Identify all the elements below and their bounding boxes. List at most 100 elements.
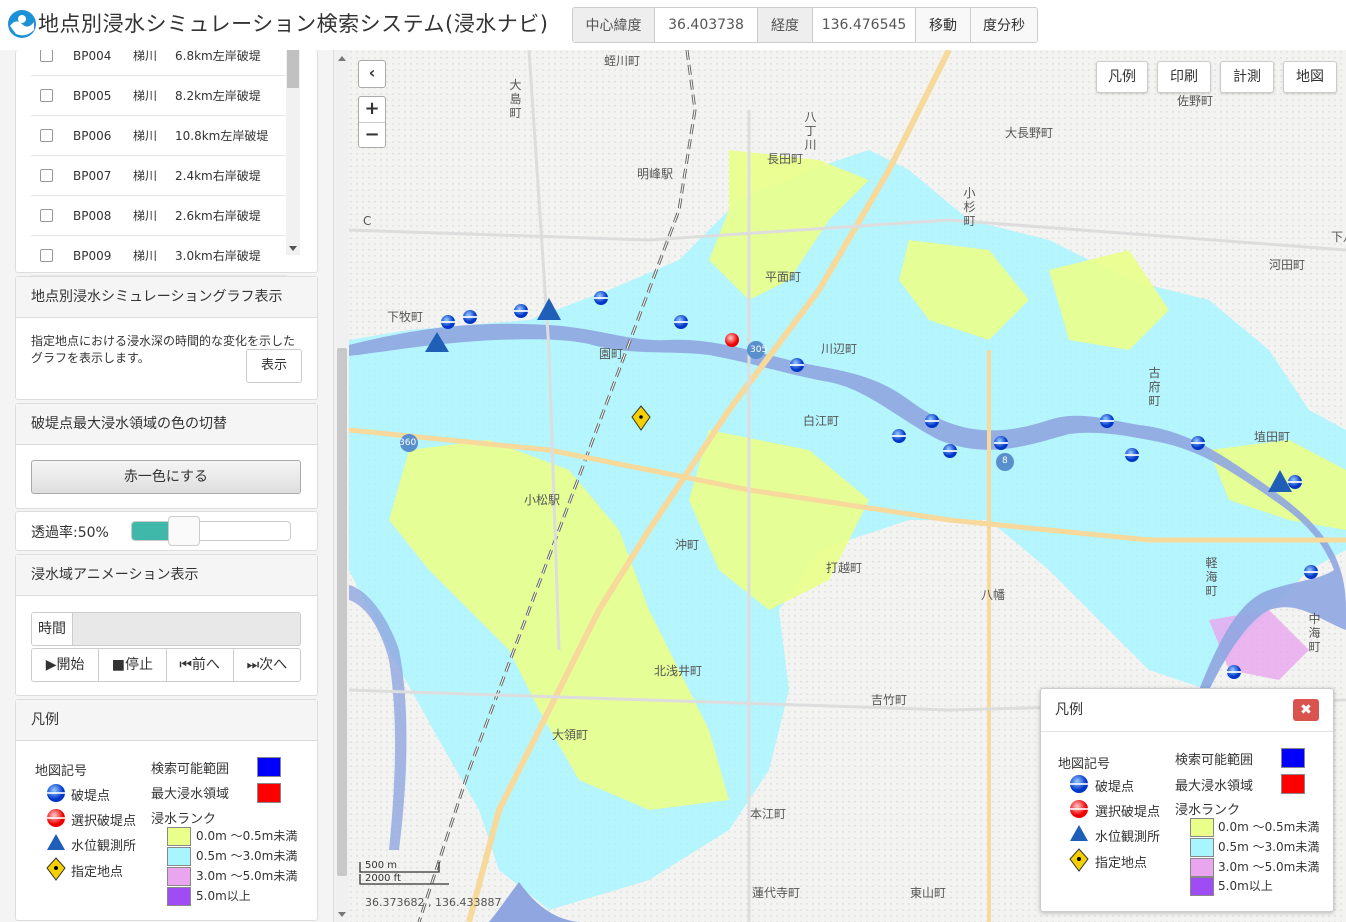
breach-point-row[interactable]: BP006 梯川 10.8km左岸破堤: [31, 116, 287, 156]
center-lat-input[interactable]: 36.403738: [655, 8, 758, 42]
breach-point-marker-icon[interactable]: [513, 303, 529, 319]
opacity-slider-fill: [132, 522, 174, 540]
map-legend-selected-breach: 選択破堤点: [1095, 805, 1161, 820]
center-lon-input[interactable]: 136.476545: [813, 8, 916, 42]
collapse-sidebar-button[interactable]: ‹: [358, 60, 386, 88]
rank2-swatch: [1190, 838, 1214, 857]
breach-point-checkbox[interactable]: [40, 209, 53, 222]
breach-point-marker-icon[interactable]: [673, 314, 689, 330]
scroll-down-arrow-icon[interactable]: [338, 912, 346, 917]
map-legend-rank2: 0.5m 〜3.0m未満: [1218, 840, 1320, 854]
breach-point-marker-icon[interactable]: [1099, 413, 1115, 429]
breach-list-scrollbar[interactable]: [286, 50, 300, 255]
rank4-swatch: [167, 887, 191, 906]
designated-point-icon: [1069, 848, 1089, 872]
stop-button[interactable]: ■停止: [99, 649, 167, 681]
close-legend-button[interactable]: ✖: [1293, 699, 1319, 721]
breach-point-marker-icon[interactable]: [593, 290, 609, 306]
breach-point-marker-icon[interactable]: [993, 435, 1009, 451]
breach-point-desc: 6.8km左岸破堤: [175, 50, 261, 63]
zoom-in-button[interactable]: +: [359, 97, 385, 123]
scale-feet: 2000 ft: [365, 873, 401, 884]
map-view[interactable]: ‹ + − 凡例 印刷 計測 地図 蛭川町 大島町 八丁川 長田町 大長野町 佐野町 明峰駅…: [349, 50, 1346, 922]
place-label: 大領町: [552, 728, 589, 742]
breach-point-river: 梯川: [133, 209, 158, 223]
legend-point: 指定地点: [71, 865, 124, 880]
map-legend-popup: 凡例 ✖ 地図記号 破堤点 選択破堤点 水位観測所 指定地点 検索可能範囲 最大…: [1040, 688, 1334, 912]
place-label: 下牧町: [387, 310, 424, 324]
breach-point-marker-icon[interactable]: [1124, 447, 1140, 463]
breach-point-marker-icon[interactable]: [1190, 435, 1206, 451]
place-label: 大島町: [509, 78, 522, 120]
zoom-out-button[interactable]: −: [359, 123, 385, 148]
breach-point-marker-icon[interactable]: [462, 309, 478, 325]
place-label: 打越町: [826, 561, 863, 575]
breach-point-marker-icon[interactable]: [891, 428, 907, 444]
next-button[interactable]: ⏭次へ: [233, 649, 300, 681]
sidebar-legend-panel: 凡例 地図記号 破堤点 選択破堤点 水位観測所 指定地点 検索可能範囲 最大浸水…: [15, 699, 318, 921]
rank1-swatch: [167, 827, 191, 846]
breach-point-list: BP004 梯川 6.8km左岸破堤 BP005 梯川 8.2km左岸破堤 BP006 梯川 1…: [31, 50, 287, 276]
route-360-label: 360: [399, 438, 417, 448]
breach-point-checkbox[interactable]: [40, 50, 53, 62]
map-legend-title: 凡例: [1041, 689, 1333, 732]
breach-list-scroll-thumb[interactable]: [287, 50, 299, 88]
legend-rank-title: 浸水ランク: [151, 812, 217, 827]
breach-point-list-panel: BP004 梯川 6.8km左岸破堤 BP005 梯川 8.2km左岸破堤 BP006 梯川 1…: [15, 50, 318, 276]
opacity-slider-handle[interactable]: [168, 516, 201, 546]
designated-point-icon: [46, 857, 66, 881]
breach-point-row[interactable]: BP004 梯川 6.8km左岸破堤: [31, 50, 287, 76]
place-label: 北浅井町: [654, 664, 703, 678]
map-legend-button[interactable]: 凡例: [1096, 61, 1148, 93]
show-graph-button[interactable]: 表示: [246, 349, 302, 383]
breach-point-row[interactable]: BP008 梯川 2.6km右岸破堤: [31, 196, 287, 236]
breach-point-checkbox[interactable]: [40, 129, 53, 142]
place-label: 佐野町: [1177, 94, 1214, 108]
legend-title: 凡例: [16, 700, 317, 741]
breach-point-marker-icon[interactable]: [789, 357, 805, 373]
center-lon-label: 経度: [758, 8, 813, 42]
opacity-slider[interactable]: [131, 521, 291, 541]
water-gauge-icon: [47, 834, 65, 850]
breach-point-checkbox[interactable]: [40, 169, 53, 182]
legend-search-range: 検索可能範囲: [151, 762, 230, 777]
sidebar-scrollbar[interactable]: [333, 50, 350, 922]
dms-button[interactable]: 度分秒: [971, 8, 1037, 42]
breach-point-marker-icon[interactable]: [440, 314, 456, 330]
max-area-swatch: [257, 783, 281, 803]
print-button[interactable]: 印刷: [1157, 61, 1211, 93]
legend-rank2: 0.5m 〜3.0m未満: [196, 849, 298, 863]
breach-point-row[interactable]: BP009 梯川 3.0km右岸破堤: [31, 236, 287, 276]
basemap-button[interactable]: 地図: [1283, 61, 1337, 93]
selected-breach-icon: [1070, 800, 1088, 818]
breach-point-checkbox[interactable]: [40, 89, 53, 102]
start-button[interactable]: ▶開始: [32, 649, 100, 681]
sidebar: BP004 梯川 6.8km左岸破堤 BP005 梯川 8.2km左岸破堤 BP006 梯川 1…: [0, 50, 333, 922]
measure-button[interactable]: 計測: [1220, 61, 1274, 93]
map-legend-point: 指定地点: [1095, 856, 1148, 871]
breach-point-marker-icon[interactable]: [1303, 564, 1319, 580]
move-button[interactable]: 移動: [916, 8, 971, 42]
place-label: 本江町: [750, 807, 787, 821]
breach-point-marker-icon[interactable]: [1226, 664, 1242, 680]
breach-point-row[interactable]: BP005 梯川 8.2km左岸破堤: [31, 76, 287, 116]
sidebar-scroll-thumb[interactable]: [337, 348, 347, 876]
breach-point-marker-icon[interactable]: [1287, 474, 1303, 490]
legend-rank3: 3.0m 〜5.0m未満: [196, 869, 298, 883]
breach-point-checkbox[interactable]: [40, 249, 53, 262]
place-label: 白江町: [803, 414, 840, 428]
breach-point-marker-icon[interactable]: [924, 413, 940, 429]
place-label: 平面町: [765, 270, 802, 284]
breach-point-code: BP005: [73, 88, 112, 103]
breach-point-row[interactable]: BP007 梯川 2.4km右岸破堤: [31, 156, 287, 196]
scroll-down-arrow-icon[interactable]: [289, 246, 297, 251]
max-area-swatch: [1281, 774, 1305, 794]
scroll-up-arrow-icon[interactable]: [338, 56, 346, 61]
time-label: 時間: [32, 613, 73, 645]
red-color-button[interactable]: 赤一色にする: [31, 460, 301, 494]
breach-point-code: BP009: [73, 248, 112, 263]
breach-point-desc: 2.6km右岸破堤: [175, 209, 261, 223]
prev-button[interactable]: ⏮前へ: [166, 649, 234, 681]
center-lat-label: 中心緯度: [573, 8, 655, 42]
breach-point-marker-icon[interactable]: [942, 443, 958, 459]
